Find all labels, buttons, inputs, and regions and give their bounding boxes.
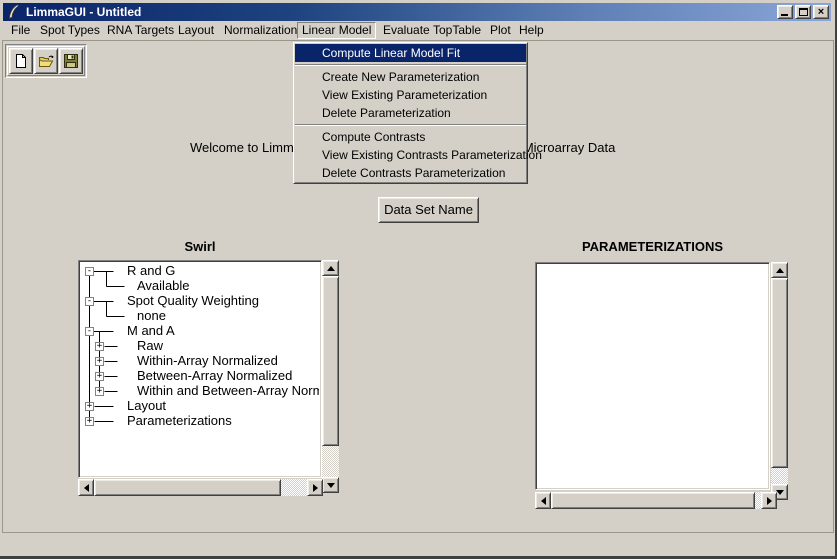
tree-toggle[interactable]: -: [85, 297, 94, 306]
tk-feather-icon: [6, 4, 20, 20]
parameterizations-vscrollbar[interactable]: [771, 262, 788, 500]
menu-item-layout[interactable]: Layout: [173, 22, 219, 39]
scroll-thumb[interactable]: [94, 479, 281, 496]
menu-option-compute-linear-model-fit[interactable]: Compute Linear Model Fit: [295, 44, 526, 62]
menu-item-normalization[interactable]: Normalization: [219, 22, 302, 39]
scroll-thumb[interactable]: [771, 278, 788, 468]
maximize-button[interactable]: [795, 5, 811, 19]
scroll-thumb[interactable]: [551, 492, 755, 509]
scroll-right-icon: [767, 497, 772, 505]
swirl-tree: - - - + + + + + + R and G Available Spot…: [81, 263, 319, 475]
open-button[interactable]: [34, 48, 58, 74]
scroll-right-button[interactable]: [307, 479, 323, 496]
tree-toggle[interactable]: +: [85, 402, 94, 411]
open-folder-icon: [38, 53, 55, 69]
menu-option-delete-parameterization[interactable]: Delete Parameterization: [295, 104, 526, 122]
menu-option-create-new-parameterization[interactable]: Create New Parameterization: [295, 68, 526, 86]
parameterizations-title: PARAMETERIZATIONS: [535, 239, 770, 254]
scroll-up-button[interactable]: [771, 262, 788, 278]
scroll-up-icon: [327, 266, 335, 271]
save-button[interactable]: [59, 48, 83, 74]
minimize-button[interactable]: [777, 5, 793, 19]
toolbar: [5, 44, 87, 78]
scroll-down-button[interactable]: [322, 477, 339, 493]
maximize-icon: [799, 8, 808, 16]
scroll-left-icon: [541, 497, 546, 505]
menu-item-plot[interactable]: Plot: [485, 22, 516, 39]
scroll-left-icon: [84, 484, 89, 492]
menu-item-linear-model[interactable]: Linear Model: [297, 22, 376, 39]
swirl-vscrollbar[interactable]: [322, 260, 339, 493]
menu-option-compute-contrasts[interactable]: Compute Contrasts: [295, 128, 526, 146]
title-bar[interactable]: LimmaGUI - Untitled ×: [3, 3, 831, 21]
menu-item-spot-types[interactable]: Spot Types: [35, 22, 105, 39]
new-button[interactable]: [9, 48, 33, 74]
close-button[interactable]: ×: [813, 5, 829, 19]
menu-separator: [295, 124, 526, 126]
close-icon: ×: [814, 5, 828, 19]
swirl-hscrollbar[interactable]: [78, 479, 323, 496]
swirl-tree-listbox[interactable]: - - - + + + + + + R and G Available Spot…: [78, 260, 322, 478]
menu-item-help[interactable]: Help: [514, 22, 549, 39]
tree-toggle[interactable]: +: [95, 372, 104, 381]
scroll-up-icon: [776, 268, 784, 273]
tree-toggle[interactable]: -: [85, 267, 94, 276]
scroll-thumb[interactable]: [322, 276, 339, 446]
linear-model-menu: Compute Linear Model Fit Create New Para…: [293, 42, 528, 184]
tree-toggle[interactable]: -: [85, 327, 94, 336]
tree-toggle[interactable]: +: [85, 417, 94, 426]
scroll-right-button[interactable]: [761, 492, 777, 509]
menu-option-delete-contrasts-parameterization[interactable]: Delete Contrasts Parameterization: [295, 164, 526, 182]
minimize-icon: [781, 14, 788, 16]
tree-toggle[interactable]: +: [95, 387, 104, 396]
tree-toggle[interactable]: +: [95, 357, 104, 366]
menu-item-rna-targets[interactable]: RNA Targets: [102, 22, 179, 39]
swirl-panel-title: Swirl: [78, 239, 322, 254]
scroll-left-button[interactable]: [78, 479, 94, 496]
window-title: LimmaGUI - Untitled: [26, 5, 141, 19]
menu-separator: [295, 64, 526, 66]
menu-item-file[interactable]: File: [6, 22, 35, 39]
dataset-name-button[interactable]: Data Set Name: [378, 197, 479, 223]
menu-item-toptable[interactable]: TopTable: [428, 22, 486, 39]
scroll-left-button[interactable]: [535, 492, 551, 509]
tree-toggle[interactable]: +: [95, 342, 104, 351]
menu-bar: File Spot Types RNA Targets Layout Norma…: [2, 21, 835, 40]
tree-lines: [81, 263, 319, 475]
scroll-right-icon: [313, 484, 318, 492]
scroll-down-icon: [327, 483, 335, 488]
scroll-up-button[interactable]: [322, 260, 339, 276]
parameterizations-hscrollbar[interactable]: [535, 492, 777, 509]
save-icon: [63, 53, 79, 69]
menu-item-evaluate[interactable]: Evaluate: [378, 22, 435, 39]
menu-option-view-existing-contrasts-parameterization[interactable]: View Existing Contrasts Parameterization: [295, 146, 526, 164]
parameterizations-listbox[interactable]: [535, 262, 770, 490]
new-file-icon: [13, 53, 29, 69]
app-window: LimmaGUI - Untitled × File Spot Types RN…: [0, 0, 837, 559]
menu-option-view-existing-parameterization[interactable]: View Existing Parameterization: [295, 86, 526, 104]
